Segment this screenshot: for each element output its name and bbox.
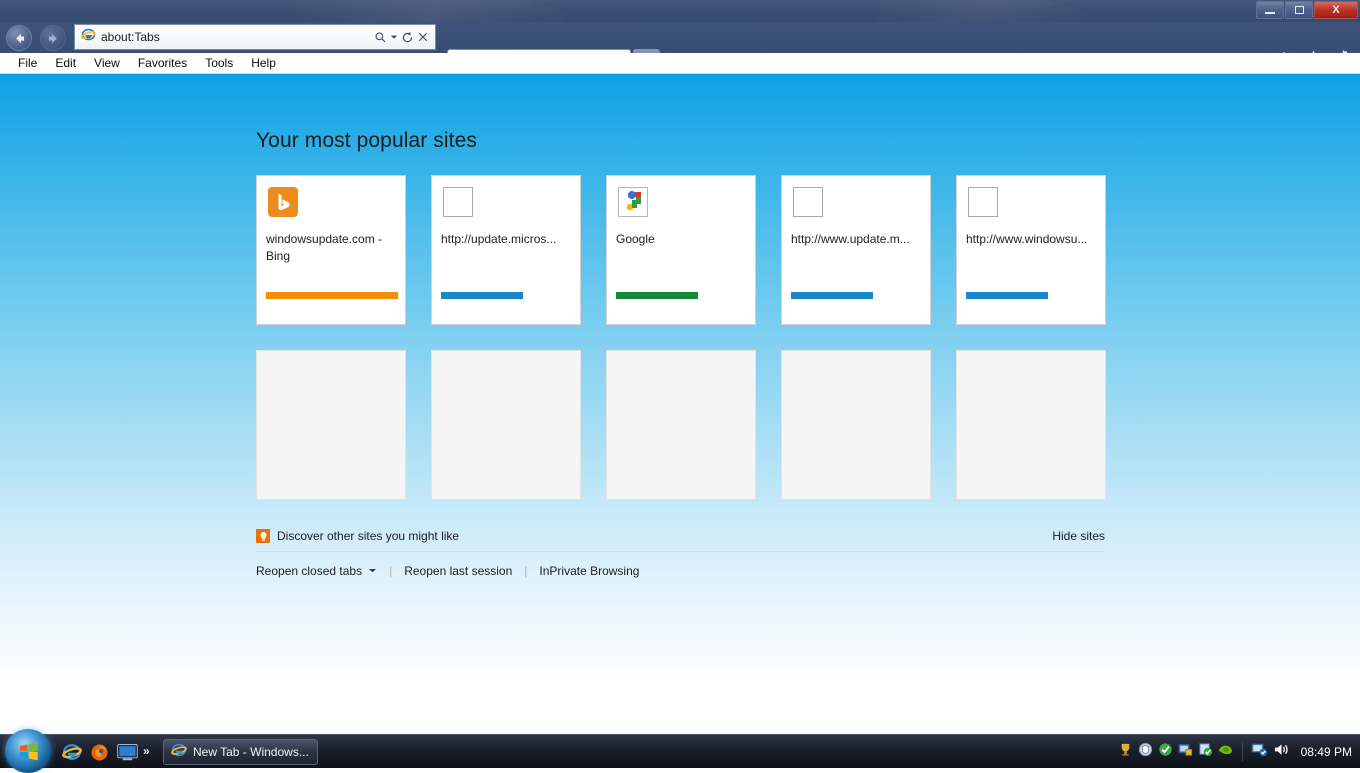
taskbar-window-button[interactable]: New Tab - Windows... <box>163 739 318 765</box>
taskbar-window-label: New Tab - Windows... <box>193 745 309 759</box>
minimize-icon <box>1265 12 1275 14</box>
menu-bar: File Edit View Favorites Tools Help <box>0 53 1360 74</box>
blank-favicon-icon <box>793 187 823 217</box>
new-tab-page: Your most popular sites windowsupdate.co… <box>0 74 1360 734</box>
popular-sites-grid: windowsupdate.com - Bing http://update.m… <box>256 175 1106 500</box>
site-tile-bar <box>441 292 523 299</box>
site-tile[interactable]: Google <box>606 175 756 325</box>
lightbulb-icon <box>256 529 270 543</box>
windows-logo-icon <box>18 741 39 762</box>
google-logo-icon <box>618 187 648 217</box>
internet-explorer-icon <box>81 27 96 47</box>
discover-sites-link[interactable]: Discover other sites you might like <box>277 529 459 543</box>
empty-site-tile[interactable] <box>781 350 931 500</box>
restore-icon <box>1295 6 1304 14</box>
menu-item-view[interactable]: View <box>85 57 129 69</box>
blank-favicon-icon <box>443 187 473 217</box>
menu-item-edit[interactable]: Edit <box>46 57 85 69</box>
menu-item-favorites[interactable]: Favorites <box>129 57 196 69</box>
site-tile-label: http://www.update.m... <box>791 231 921 248</box>
stop-icon[interactable] <box>417 31 429 43</box>
inprivate-browsing-link[interactable]: InPrivate Browsing <box>539 564 639 578</box>
forward-arrow-icon <box>46 31 61 46</box>
site-tile-bar <box>266 292 398 299</box>
tray-trophy-icon[interactable] <box>1118 742 1133 762</box>
system-tray: 08:49 PM <box>1118 735 1352 769</box>
divider <box>1242 743 1243 761</box>
refresh-icon[interactable] <box>401 31 414 44</box>
tray-shield-icon[interactable] <box>1138 742 1153 762</box>
blank-favicon-icon <box>968 187 998 217</box>
minimize-button[interactable] <box>1256 1 1284 19</box>
close-icon: X <box>1332 5 1339 16</box>
reopen-last-session-link[interactable]: Reopen last session <box>404 564 512 578</box>
discover-row: Discover other sites you might like Hide… <box>256 529 1105 552</box>
firefox-icon[interactable] <box>90 743 109 767</box>
site-tile[interactable]: http://www.windowsu... <box>956 175 1106 325</box>
menu-item-help[interactable]: Help <box>242 57 285 69</box>
menu-item-tools[interactable]: Tools <box>196 57 242 69</box>
site-tile-label: http://update.micros... <box>441 231 571 248</box>
tray-antivirus-icon[interactable] <box>1198 742 1213 762</box>
hide-sites-link[interactable]: Hide sites <box>1052 529 1105 543</box>
tray-check-icon[interactable] <box>1158 742 1173 762</box>
restore-button[interactable] <box>1285 1 1313 19</box>
site-tile[interactable]: http://update.micros... <box>431 175 581 325</box>
start-button[interactable] <box>5 729 51 773</box>
reopen-closed-tabs-label: Reopen closed tabs <box>256 564 362 578</box>
taskbar: » New Tab - Windows... <box>0 734 1360 768</box>
navigation-bar: about:Tabs <box>0 22 1360 53</box>
show-desktop-icon[interactable] <box>117 744 138 766</box>
site-tile-label: windowsupdate.com - Bing <box>266 231 396 265</box>
bing-logo-icon <box>268 187 298 217</box>
address-bar-icons <box>374 31 435 44</box>
tray-network-icon[interactable] <box>1178 742 1193 762</box>
chevron-down-icon <box>368 564 377 578</box>
site-tile-label: Google <box>616 231 746 248</box>
site-tile-bar <box>616 292 698 299</box>
reopen-closed-tabs-button[interactable]: Reopen closed tabs <box>256 564 377 578</box>
internet-explorer-icon[interactable] <box>62 742 82 767</box>
divider: | <box>377 564 404 578</box>
window-controls: X <box>1255 1 1358 19</box>
tray-volume-icon[interactable] <box>1273 742 1290 762</box>
site-tile-label: http://www.windowsu... <box>966 231 1096 248</box>
footer-links: Reopen closed tabs | Reopen last session… <box>256 564 639 578</box>
site-tile-bar <box>966 292 1048 299</box>
tray-nvidia-icon[interactable] <box>1218 742 1234 762</box>
menu-item-file[interactable]: File <box>9 57 46 69</box>
back-arrow-icon <box>12 31 27 46</box>
empty-site-tile[interactable] <box>956 350 1106 500</box>
site-tile[interactable]: http://www.update.m... <box>781 175 931 325</box>
tray-action-center-icon[interactable] <box>1251 742 1268 762</box>
close-button[interactable]: X <box>1314 1 1358 19</box>
empty-site-tile[interactable] <box>606 350 756 500</box>
search-icon[interactable] <box>374 31 387 44</box>
address-input[interactable]: about:Tabs <box>101 31 374 43</box>
empty-site-tile[interactable] <box>256 350 406 500</box>
internet-explorer-icon <box>171 742 187 763</box>
address-bar[interactable]: about:Tabs <box>74 24 436 50</box>
quick-launch <box>62 742 138 767</box>
title-bar: X <box>0 0 1360 22</box>
taskbar-clock[interactable]: 08:49 PM <box>1301 745 1352 759</box>
forward-button[interactable] <box>40 25 66 51</box>
site-tile[interactable]: windowsupdate.com - Bing <box>256 175 406 325</box>
divider: | <box>512 564 539 578</box>
back-button[interactable] <box>6 25 32 51</box>
chevron-down-icon[interactable] <box>390 33 398 41</box>
page-title: Your most popular sites <box>256 129 477 153</box>
empty-site-tile[interactable] <box>431 350 581 500</box>
site-tile-bar <box>791 292 873 299</box>
overflow-chevron-icon[interactable]: » <box>143 744 150 758</box>
